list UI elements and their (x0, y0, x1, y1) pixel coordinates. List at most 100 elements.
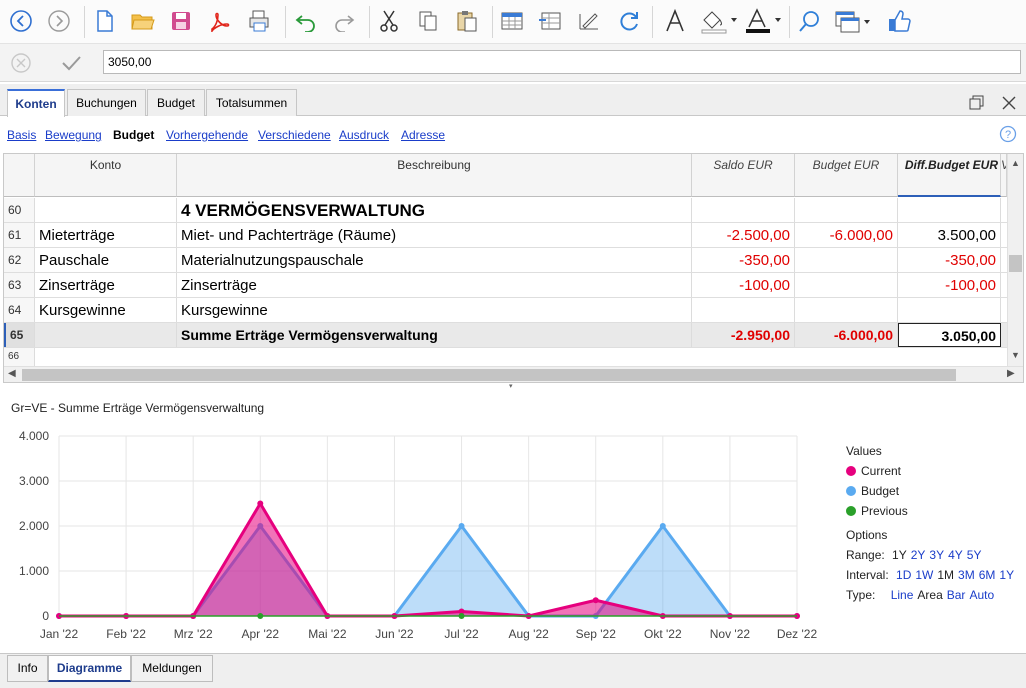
column-header-saldo[interactable]: Saldo EUR (692, 154, 795, 197)
splitter-handle-icon[interactable]: ▾ (509, 382, 513, 390)
save-icon[interactable] (166, 6, 196, 36)
refresh-icon[interactable] (614, 6, 644, 36)
redo-icon[interactable] (329, 6, 359, 36)
current-dot-icon (846, 466, 856, 476)
interval-1m[interactable]: 1M (937, 568, 954, 582)
range-1y[interactable]: 1Y (892, 548, 907, 562)
legend-item-current[interactable]: Current (846, 464, 901, 478)
tab-buchungen[interactable]: Buchungen (67, 89, 146, 116)
edit-icon[interactable] (574, 6, 604, 36)
column-header-diff-budget[interactable]: Diff.Budget EUR (898, 154, 1001, 197)
thumbs-up-icon[interactable] (884, 6, 914, 36)
paste-icon[interactable] (452, 6, 482, 36)
cell-edit-input[interactable] (103, 50, 1021, 74)
tab-konten[interactable]: Konten (7, 89, 65, 117)
back-icon[interactable] (6, 6, 36, 36)
confirm-edit-icon[interactable] (60, 52, 82, 74)
data-point-current (257, 500, 264, 507)
search-icon[interactable] (795, 6, 825, 36)
cut-icon[interactable] (374, 6, 404, 36)
view-adresse[interactable]: Adresse (401, 128, 445, 142)
range-4y[interactable]: 4Y (948, 548, 963, 562)
data-point-previous (257, 613, 264, 619)
x-tick-label: Dez '22 (777, 627, 818, 641)
scroll-right-icon[interactable]: ▶ (1007, 368, 1015, 379)
cancel-edit-icon[interactable] (10, 52, 32, 74)
interval-1w[interactable]: 1W (915, 568, 933, 582)
forward-icon[interactable] (44, 6, 74, 36)
close-icon[interactable] (1000, 94, 1018, 112)
add-rows-icon[interactable] (497, 6, 527, 36)
chart-title: Gr=VE - Summe Erträge Vermögensverwaltun… (11, 401, 265, 415)
interval-6m[interactable]: 6M (979, 568, 996, 582)
window-icon[interactable] (834, 6, 874, 36)
view-bewegung[interactable]: Bewegung (45, 128, 102, 142)
x-tick-label: Jun '22 (375, 627, 414, 641)
tab-budget[interactable]: Budget (147, 89, 205, 116)
type-line[interactable]: Line (891, 588, 914, 602)
range-2y[interactable]: 2Y (911, 548, 926, 562)
bottom-tab-diagramme[interactable]: Diagramme (48, 655, 131, 682)
scroll-thumb[interactable] (22, 369, 956, 381)
table-row[interactable]: 62 Pauschale Materialnutzungspauschale -… (4, 248, 1007, 273)
column-header-konto[interactable]: Konto (35, 154, 177, 197)
y-tick-label: 1.000 (19, 564, 49, 578)
horizontal-scrollbar[interactable]: ◀ ▶ (4, 366, 1023, 382)
table-row-total[interactable]: 65 Summe Erträge Vermögensverwaltung -2.… (4, 323, 1007, 348)
open-folder-icon[interactable] (128, 6, 158, 36)
print-icon[interactable] (244, 6, 274, 36)
x-tick-label: Feb '22 (106, 627, 146, 641)
scroll-left-icon[interactable]: ◀ (8, 368, 16, 379)
x-tick-label: Sep '22 (576, 627, 617, 641)
copy-icon[interactable] (413, 6, 443, 36)
fill-color-icon[interactable] (700, 6, 740, 36)
table-row[interactable]: 63 Zinserträge Zinserträge -100,00 -100,… (4, 273, 1007, 298)
x-tick-label: Mrz '22 (174, 627, 213, 641)
bottom-tab-meldungen[interactable]: Meldungen (131, 655, 213, 682)
new-file-icon[interactable] (90, 6, 120, 36)
range-3y[interactable]: 3Y (929, 548, 944, 562)
chart-svg: Jan '22 Feb '22 Mrz '22 Apr '22 Mai '22 Jun '… (19, 429, 818, 641)
legend-item-previous[interactable]: Previous (846, 504, 908, 518)
undo-icon[interactable] (291, 6, 321, 36)
scroll-up-icon[interactable]: ▲ (1011, 158, 1020, 168)
view-budget[interactable]: Budget (113, 128, 154, 142)
restore-window-icon[interactable] (968, 94, 986, 112)
view-basis[interactable]: Basis (7, 128, 36, 142)
table-row[interactable]: 61 Mieterträge Miet- und Pachterträge (R… (4, 223, 1007, 248)
x-tick-label: Jan '22 (40, 627, 79, 641)
font-icon[interactable] (660, 6, 690, 36)
table-row[interactable]: 64 Kursgewinne Kursgewinne (4, 298, 1007, 323)
interval-3m[interactable]: 3M (958, 568, 975, 582)
range-5y[interactable]: 5Y (967, 548, 982, 562)
vertical-scrollbar[interactable]: ▲ ▼ (1007, 154, 1023, 366)
x-tick-label: Aug '22 (508, 627, 549, 641)
help-icon[interactable]: ? (999, 125, 1017, 143)
pdf-icon[interactable] (204, 6, 234, 36)
x-tick-label: Jul '22 (444, 627, 479, 641)
column-header-budget[interactable]: Budget EUR (795, 154, 898, 197)
svg-text:?: ? (1005, 129, 1011, 141)
interval-1y[interactable]: 1Y (999, 568, 1014, 582)
view-vorhergehende[interactable]: Vorhergehende (166, 128, 248, 142)
scroll-thumb[interactable] (1009, 255, 1022, 272)
text-color-icon[interactable] (744, 6, 784, 36)
tab-totalsummen[interactable]: Totalsummen (206, 89, 297, 116)
view-ausdruck[interactable]: Ausdruck (339, 128, 389, 142)
table-row[interactable]: 66 (4, 348, 1007, 372)
legend-item-budget[interactable]: Budget (846, 484, 899, 498)
section-title[interactable]: 4 VERMÖGENSVERWALTUNG (177, 198, 692, 222)
range-options: Range: 1Y 2Y 3Y 4Y 5Y (846, 548, 982, 562)
column-header-beschreibung[interactable]: Beschreibung (177, 154, 692, 197)
type-auto[interactable]: Auto (969, 588, 994, 602)
scroll-down-icon[interactable]: ▼ (1011, 350, 1020, 360)
toolbar-separator (84, 6, 85, 38)
table-row[interactable]: 60 4 VERMÖGENSVERWALTUNG (4, 198, 1007, 223)
interval-1d[interactable]: 1D (896, 568, 911, 582)
selected-cell[interactable]: 3.050,00 (898, 323, 1001, 347)
type-bar[interactable]: Bar (947, 588, 966, 602)
insert-rows-icon[interactable] (535, 6, 565, 36)
type-area[interactable]: Area (917, 588, 942, 602)
bottom-tab-info[interactable]: Info (7, 655, 48, 682)
view-verschiedene[interactable]: Verschiedene (258, 128, 331, 142)
